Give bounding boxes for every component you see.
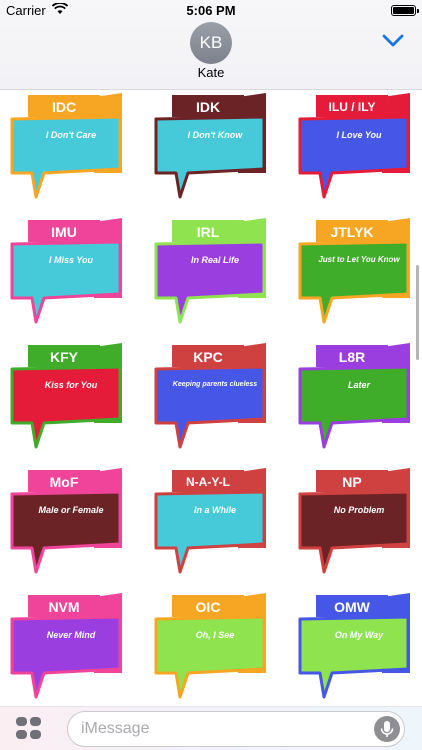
sticker-irl[interactable]: IRL In Real Life [154, 218, 268, 330]
sticker-meaning: In a While [193, 505, 236, 515]
sticker-meaning: In Real Life [190, 255, 239, 265]
sticker-abbreviation: IMU [51, 224, 77, 240]
chevron-down-icon[interactable] [382, 34, 404, 48]
battery-icon [391, 5, 419, 16]
conversation-header: Carrier 5:06 PM KB Kate [0, 0, 422, 90]
sticker-abbreviation: KPC [193, 349, 223, 365]
sticker-abbreviation: N-A-Y-L [186, 475, 230, 489]
sticker-abbreviation: IDK [195, 99, 221, 115]
sticker-ilu-ily[interactable]: ILU / ILY I Love You [298, 93, 412, 205]
sticker-meaning: Later [347, 380, 370, 390]
status-bar: Carrier 5:06 PM [0, 0, 422, 22]
sticker-mof[interactable]: MoF Male or Female [10, 468, 124, 580]
sticker-meaning: Just to Let You Know [318, 255, 400, 264]
sticker-abbreviation: L8R [338, 349, 366, 365]
sticker-meaning: Male or Female [38, 505, 104, 515]
sticker-kfy[interactable]: KFY Kiss for You [10, 343, 124, 455]
sticker-abbreviation: OMW [334, 599, 370, 615]
sticker-meaning: I Miss You [48, 255, 93, 265]
sticker-abbreviation: KFY [50, 349, 78, 365]
sticker-abbreviation: IDC [51, 99, 77, 115]
sticker-nvm[interactable]: NVM Never Mind [10, 593, 124, 705]
sticker-meaning: I Don't Know [187, 130, 243, 140]
apps-icon[interactable] [16, 717, 42, 741]
sticker-l8r[interactable]: L8R Later [298, 343, 412, 455]
sticker-meaning: Oh, I See [195, 630, 235, 640]
sticker-np[interactable]: NP No Problem [298, 468, 412, 580]
sticker-abbreviation: JTLYK [330, 224, 374, 240]
sticker-abbreviation: MoF [49, 474, 79, 490]
sticker-abbreviation: OIC [195, 599, 221, 615]
sticker-abbreviation: NVM [48, 599, 80, 615]
sticker-omw[interactable]: OMW On My Way [298, 593, 412, 705]
sticker-abbreviation: NP [342, 474, 362, 490]
sticker-meaning: On My Way [334, 630, 384, 640]
sticker-meaning: Keeping parents clueless [172, 381, 258, 388]
sticker-abbreviation: IRL [196, 224, 220, 240]
sticker-imu[interactable]: IMU I Miss You [10, 218, 124, 330]
sticker-idk[interactable]: IDK I Don't Know [154, 93, 268, 205]
sticker-oic[interactable]: OIC Oh, I See [154, 593, 268, 705]
contact-avatar[interactable]: KB [190, 22, 232, 64]
sticker-meaning: Kiss for You [44, 380, 98, 390]
sticker-meaning: Never Mind [46, 630, 96, 640]
microphone-icon[interactable] [374, 716, 400, 742]
sticker-jtlyk[interactable]: JTLYK Just to Let You Know [298, 218, 412, 330]
message-input[interactable]: iMessage [67, 711, 405, 747]
sticker-meaning: I Don't Care [45, 130, 97, 140]
sticker-n-a-y-l[interactable]: N-A-Y-L In a While [154, 468, 268, 580]
compose-bar: iMessage [0, 706, 422, 750]
status-time: 5:06 PM [186, 3, 236, 18]
sticker-idc[interactable]: IDC I Don't Care [10, 93, 124, 205]
contact-name[interactable]: Kate [0, 65, 422, 80]
sticker-abbreviation: ILU / ILY [328, 100, 376, 114]
sticker-meaning: I Love You [336, 130, 382, 140]
sticker-kpc[interactable]: KPC Keeping parents clueless [154, 343, 268, 455]
scrollbar[interactable] [416, 265, 419, 360]
sticker-meaning: No Problem [333, 505, 385, 515]
sticker-grid: IDC I Don't Care IDK I Don't Know ILU / ILY I… [0, 91, 422, 706]
